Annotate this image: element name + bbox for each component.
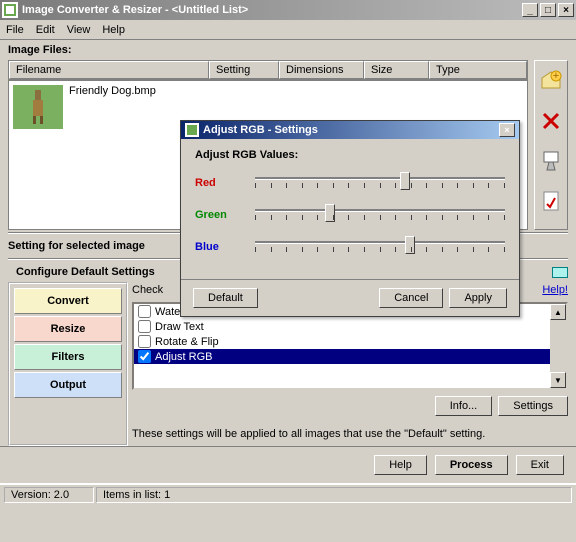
checkbox[interactable] — [138, 320, 151, 333]
cancel-button[interactable]: Cancel — [379, 288, 443, 308]
col-dimensions[interactable]: Dimensions — [279, 61, 364, 79]
minimize-button[interactable]: _ — [522, 3, 538, 17]
image-files-label: Image Files: — [0, 40, 576, 60]
status-version: Version: 2.0 — [4, 487, 94, 503]
hint-text: These settings will be applied to all im… — [132, 422, 568, 446]
statusbar: Version: 2.0 Items in list: 1 — [0, 484, 576, 505]
tab-column: Convert Resize Filters Output — [8, 282, 128, 446]
exit-button[interactable]: Exit — [516, 455, 564, 475]
close-button[interactable]: × — [558, 3, 574, 17]
col-filename[interactable]: Filename — [9, 61, 209, 79]
default-button[interactable]: Default — [193, 288, 258, 308]
scroll-down-icon[interactable]: ▼ — [550, 372, 566, 388]
dialog-titlebar[interactable]: Adjust RGB - Settings × — [181, 121, 519, 139]
green-slider[interactable] — [255, 205, 505, 225]
filter-label: Rotate & Flip — [155, 336, 219, 348]
window-title: Image Converter & Resizer - <Untitled Li… — [22, 4, 520, 16]
green-slider-row: Green — [195, 205, 505, 225]
thumbnail — [13, 85, 63, 129]
menu-view[interactable]: View — [67, 24, 91, 36]
adjust-rgb-dialog: Adjust RGB - Settings × Adjust RGB Value… — [180, 120, 520, 317]
menu-edit[interactable]: Edit — [36, 24, 55, 36]
blue-slider-row: Blue — [195, 237, 505, 257]
dialog-title: Adjust RGB - Settings — [203, 124, 499, 136]
col-size[interactable]: Size — [364, 61, 429, 79]
filter-rotate-flip[interactable]: Rotate & Flip — [134, 334, 566, 349]
help-link[interactable]: Help! — [542, 284, 568, 296]
side-toolbar: + — [534, 60, 568, 230]
preview-button[interactable] — [537, 147, 565, 175]
checkbox[interactable] — [138, 305, 151, 318]
red-slider[interactable] — [255, 173, 505, 193]
filter-draw-text[interactable]: Draw Text — [134, 319, 566, 334]
titlebar: Image Converter & Resizer - <Untitled Li… — [0, 0, 576, 20]
menubar: File Edit View Help — [0, 20, 576, 40]
svg-text:+: + — [553, 70, 559, 82]
blue-slider[interactable] — [255, 237, 505, 257]
scroll-up-icon[interactable]: ▲ — [550, 304, 566, 320]
check-label: Check — [132, 284, 163, 296]
properties-button[interactable] — [537, 187, 565, 215]
tab-output[interactable]: Output — [14, 372, 122, 398]
green-label: Green — [195, 209, 255, 221]
red-label: Red — [195, 177, 255, 189]
help-button[interactable]: Help — [374, 455, 427, 475]
info-button[interactable]: Info... — [435, 396, 493, 416]
blue-label: Blue — [195, 241, 255, 253]
tab-resize[interactable]: Resize — [14, 316, 122, 342]
red-slider-row: Red — [195, 173, 505, 193]
remove-file-button[interactable] — [537, 107, 565, 135]
filter-label: Adjust RGB — [155, 351, 212, 363]
settings-button[interactable]: Settings — [498, 396, 568, 416]
menu-help[interactable]: Help — [102, 24, 125, 36]
dialog-icon — [185, 123, 199, 137]
checkbox[interactable] — [138, 335, 151, 348]
status-items: Items in list: 1 — [96, 487, 572, 503]
tab-convert[interactable]: Convert — [14, 288, 122, 314]
apply-button[interactable]: Apply — [449, 288, 507, 308]
dialog-close-button[interactable]: × — [499, 123, 515, 137]
maximize-button[interactable]: □ — [540, 3, 556, 17]
filter-adjust-rgb[interactable]: Adjust RGB — [134, 349, 566, 364]
dialog-heading: Adjust RGB Values: — [195, 149, 505, 161]
process-button[interactable]: Process — [435, 455, 508, 475]
app-icon — [2, 2, 18, 18]
scrollbar[interactable]: ▲ ▼ — [550, 304, 566, 388]
tab-filters[interactable]: Filters — [14, 344, 122, 370]
color-indicator — [552, 267, 568, 278]
table-header: Filename Setting Dimensions Size Type — [8, 60, 528, 80]
checkbox[interactable] — [138, 350, 151, 363]
add-file-button[interactable]: + — [537, 67, 565, 95]
file-name: Friendly Dog.bmp — [69, 85, 156, 97]
filter-label: Draw Text — [155, 321, 204, 333]
col-type[interactable]: Type — [429, 61, 527, 79]
col-setting[interactable]: Setting — [209, 61, 279, 79]
menu-file[interactable]: File — [6, 24, 24, 36]
